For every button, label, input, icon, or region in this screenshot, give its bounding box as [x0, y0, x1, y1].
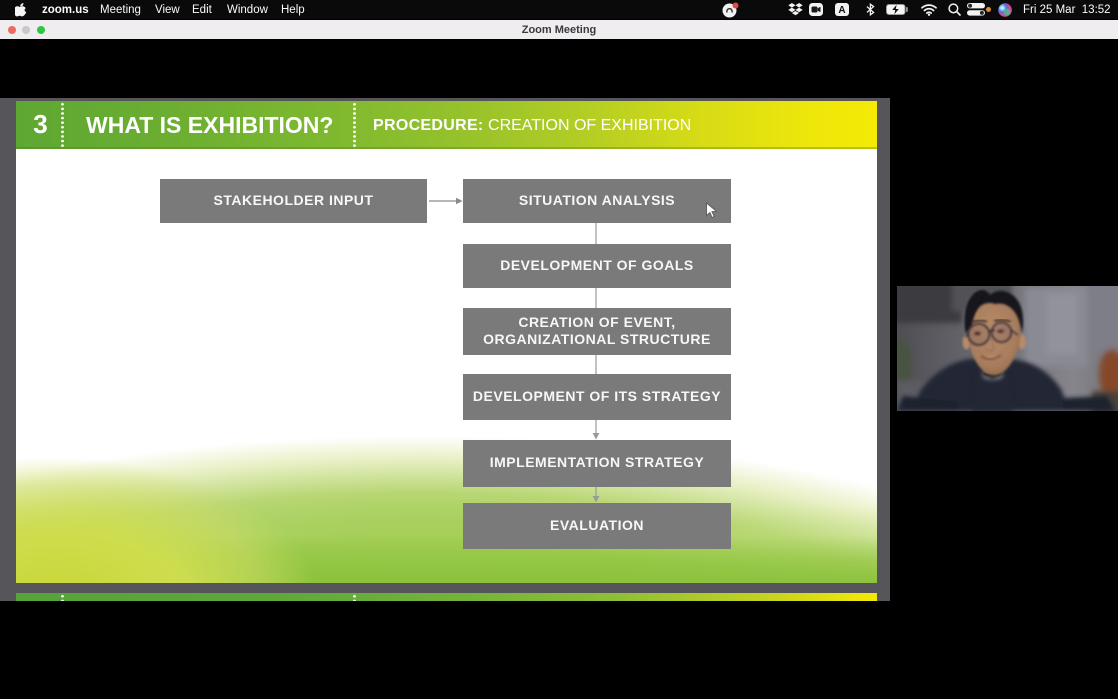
svg-text:A: A — [838, 5, 845, 16]
